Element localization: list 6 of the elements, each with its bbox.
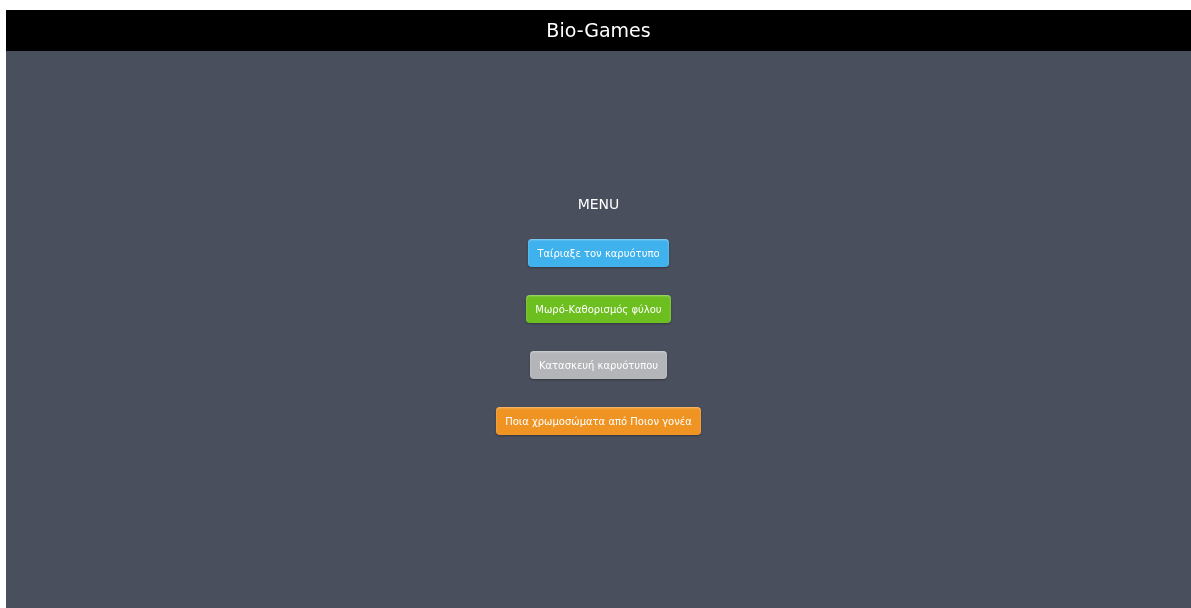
menu-button[interactable]: Μωρό-Καθορισμός φύλου (526, 295, 671, 323)
menu-button[interactable]: Ποια χρωμοσώματα από Ποιον γονέα (496, 407, 701, 435)
menu-button[interactable]: Κατασκευή καρυότυπου (529, 351, 668, 379)
menu-title: MENU (577, 195, 620, 214)
app-title: Bio-Games (546, 18, 651, 44)
menu-button[interactable]: Ταίριαξε τον καρυότυπο (528, 239, 669, 267)
